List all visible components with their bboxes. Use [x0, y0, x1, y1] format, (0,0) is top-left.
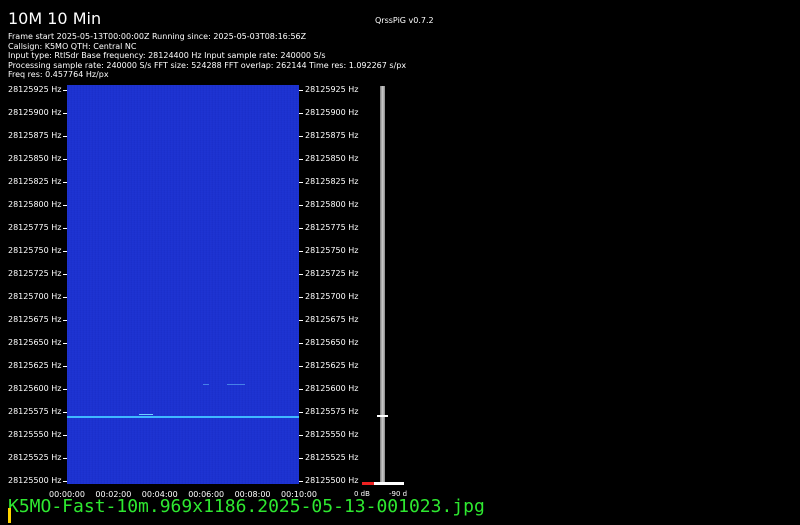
signal-level-scale [380, 86, 385, 484]
freq-label-left: 28125900 Hz [8, 108, 62, 117]
text-cursor [8, 508, 11, 523]
signal-speck [203, 384, 209, 385]
freq-label-right: 28125600 Hz [305, 384, 359, 393]
info-block: Frame start 2025-05-13T00:00:00Z Running… [8, 32, 406, 80]
freq-label-left: 28125700 Hz [8, 292, 62, 301]
signal-speck [227, 384, 245, 385]
freq-label-left: 28125500 Hz [8, 476, 62, 485]
freq-label-right: 28125725 Hz [305, 269, 359, 278]
freq-label-left: 28125775 Hz [8, 223, 62, 232]
freq-tick-right [299, 205, 303, 206]
freq-tick-right [299, 228, 303, 229]
freq-label-right: 28125525 Hz [305, 453, 359, 462]
freq-label-right: 28125500 Hz [305, 476, 359, 485]
freq-label-right: 28125575 Hz [305, 407, 359, 416]
info-line: Callsign: K5MO QTH: Central NC [8, 41, 137, 51]
freq-label-right: 28125625 Hz [305, 361, 359, 370]
freq-label-left: 28125675 Hz [8, 315, 62, 324]
freq-tick-right [299, 412, 303, 413]
freq-label-right: 28125650 Hz [305, 338, 359, 347]
freq-label-left: 28125550 Hz [8, 430, 62, 439]
freq-tick-right [299, 458, 303, 459]
version-label: QrssPiG v0.7.2 [375, 16, 434, 25]
freq-tick-right [299, 113, 303, 114]
freq-label-left: 28125650 Hz [8, 338, 62, 347]
freq-tick-right [299, 251, 303, 252]
freq-tick-right [299, 389, 303, 390]
freq-label-right: 28125925 Hz [305, 85, 359, 94]
info-line: Freq res: 0.457764 Hz/px [8, 70, 109, 80]
signal-speck [139, 414, 153, 415]
freq-label-left: 28125725 Hz [8, 269, 62, 278]
freq-label-left: 28125825 Hz [8, 177, 62, 186]
freq-label-left: 28125925 Hz [8, 85, 62, 94]
freq-label-left: 28125800 Hz [8, 200, 62, 209]
freq-label-left: 28125600 Hz [8, 384, 62, 393]
freq-label-left: 28125750 Hz [8, 246, 62, 255]
freq-label-right: 28125550 Hz [305, 430, 359, 439]
info-line: Processing sample rate: 240000 S/s FFT s… [8, 60, 407, 70]
freq-label-left: 28125875 Hz [8, 131, 62, 140]
freq-label-right: 28125875 Hz [305, 131, 359, 140]
freq-label-left: 28125850 Hz [8, 154, 62, 163]
freq-tick-right [299, 297, 303, 298]
info-line: Input type: RtlSdr Base frequency: 28124… [8, 51, 326, 61]
freq-tick-right [299, 481, 303, 482]
freq-label-right: 28125775 Hz [305, 223, 359, 232]
freq-tick-right [299, 159, 303, 160]
freq-tick-right [299, 274, 303, 275]
waterfall-display [67, 85, 299, 484]
freq-label-right: 28125800 Hz [305, 200, 359, 209]
freq-label-right: 28125700 Hz [305, 292, 359, 301]
freq-tick-right [299, 343, 303, 344]
freq-label-right: 28125900 Hz [305, 108, 359, 117]
freq-tick-right [299, 435, 303, 436]
scale-colorbar-low [362, 482, 374, 485]
app-title: 10M 10 Min [8, 9, 102, 28]
freq-tick-right [299, 320, 303, 321]
freq-label-left: 28125525 Hz [8, 453, 62, 462]
carrier-signal-trace [67, 416, 299, 418]
freq-label-right: 28125825 Hz [305, 177, 359, 186]
freq-tick-right [299, 136, 303, 137]
scale-marker [377, 415, 388, 417]
freq-label-left: 28125625 Hz [8, 361, 62, 370]
freq-tick-right [299, 182, 303, 183]
freq-tick-right [299, 90, 303, 91]
freq-label-right: 28125675 Hz [305, 315, 359, 324]
freq-label-right: 28125850 Hz [305, 154, 359, 163]
freq-label-right: 28125750 Hz [305, 246, 359, 255]
freq-tick-right [299, 366, 303, 367]
filename-text: K5MO-Fast-10m.969x1186.2025-05-13-001023… [8, 496, 485, 517]
freq-label-left: 28125575 Hz [8, 407, 62, 416]
info-line: Frame start 2025-05-13T00:00:00Z Running… [8, 32, 307, 41]
